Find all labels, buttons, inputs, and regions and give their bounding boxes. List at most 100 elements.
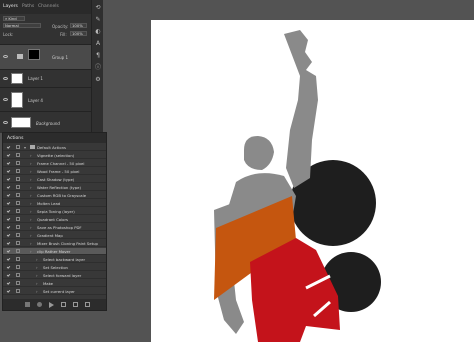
action-row[interactable]: › Select backward layer <box>3 256 106 263</box>
action-row[interactable]: › Molten Lead <box>3 200 106 207</box>
action-row[interactable]: › Mixer Brush Cloning Paint Setup <box>3 240 106 247</box>
checkmark-icon[interactable] <box>6 281 11 285</box>
dialog-toggle-icon[interactable] <box>16 289 20 293</box>
paragraph-icon[interactable]: ¶ <box>94 52 102 60</box>
disclosure-arrow-icon[interactable]: › <box>30 249 32 254</box>
checkmark-icon[interactable] <box>6 233 11 237</box>
info-icon[interactable]: ⓘ <box>94 64 102 72</box>
dialog-toggle-icon[interactable] <box>16 265 20 269</box>
checkmark-icon[interactable] <box>6 249 11 253</box>
dialog-toggle-icon[interactable] <box>16 281 20 285</box>
eye-icon[interactable] <box>3 121 8 124</box>
dialog-toggle-icon[interactable] <box>16 209 20 213</box>
checkmark-icon[interactable] <box>6 265 11 269</box>
dialog-toggle-icon[interactable] <box>16 249 20 253</box>
layer-name[interactable]: Background <box>36 121 60 126</box>
action-row[interactable]: › Cast Shadow (type) <box>3 176 106 183</box>
layer-name[interactable]: Layer 4 <box>28 98 43 103</box>
disclosure-arrow-icon[interactable]: › <box>36 289 38 294</box>
new-set-icon[interactable] <box>61 302 66 307</box>
fill-input[interactable]: 100% <box>70 31 87 36</box>
action-row[interactable]: › Quadrant Colors <box>3 216 106 223</box>
dialog-toggle-icon[interactable] <box>16 201 20 205</box>
disclosure-arrow-icon[interactable]: › <box>30 209 32 214</box>
checkmark-icon[interactable] <box>6 241 11 245</box>
layer-row-group-1[interactable]: Group 1 <box>0 44 92 69</box>
checkmark-icon[interactable] <box>6 209 11 213</box>
checkmark-icon[interactable] <box>6 217 11 221</box>
dialog-toggle-icon[interactable] <box>16 273 20 277</box>
checkmark-icon[interactable] <box>6 177 11 181</box>
action-row[interactable]: › Wood Frame - 50 pixel <box>3 168 106 175</box>
dialog-toggle-icon[interactable] <box>16 193 20 197</box>
checkmark-icon[interactable] <box>6 161 11 165</box>
disclosure-arrow-icon[interactable]: › <box>30 201 32 206</box>
action-row[interactable]: › Make <box>3 280 106 287</box>
eye-icon[interactable] <box>3 98 8 101</box>
layer-row-background[interactable]: Background <box>0 111 92 133</box>
disclosure-arrow-icon[interactable]: › <box>30 241 32 246</box>
disclosure-arrow-icon[interactable]: › <box>36 273 38 278</box>
document-canvas[interactable] <box>151 20 474 342</box>
disclosure-arrow-icon[interactable]: › <box>30 169 32 174</box>
disclosure-arrow-icon[interactable]: › <box>30 193 32 198</box>
action-row[interactable]: › Vignette (selection) <box>3 152 106 159</box>
checkmark-icon[interactable] <box>6 225 11 229</box>
checkmark-icon[interactable] <box>6 201 11 205</box>
action-row[interactable]: › clip Rather Mover <box>3 248 106 255</box>
dialog-toggle-icon[interactable] <box>16 161 20 165</box>
dialog-toggle-icon[interactable] <box>16 185 20 189</box>
tab-channels[interactable]: Channels <box>38 4 59 9</box>
dialog-toggle-icon[interactable] <box>16 169 20 173</box>
dialog-toggle-icon[interactable] <box>16 177 20 181</box>
action-row[interactable]: › Set current layer <box>3 288 106 295</box>
kind-filter-select[interactable]: ⌕ Kind <box>3 16 25 21</box>
dialog-toggle-icon[interactable] <box>16 257 20 261</box>
action-row[interactable]: › Custom RGB to Grayscale <box>3 192 106 199</box>
dialog-toggle-icon[interactable] <box>16 217 20 221</box>
disclosure-arrow-icon[interactable]: › <box>30 153 32 158</box>
trash-icon[interactable] <box>85 302 90 307</box>
dialog-toggle-icon[interactable] <box>16 153 20 157</box>
action-row[interactable]: ▾ Default Actions <box>3 144 106 151</box>
stop-icon[interactable] <box>25 302 30 307</box>
eye-icon[interactable] <box>3 55 8 58</box>
properties-icon[interactable]: ⚙ <box>94 76 102 84</box>
play-icon[interactable] <box>49 302 54 308</box>
disclosure-arrow-icon[interactable]: › <box>36 257 38 262</box>
eye-icon[interactable] <box>3 77 8 80</box>
layer-name[interactable]: Layer 1 <box>28 76 43 81</box>
checkmark-icon[interactable] <box>6 185 11 189</box>
dialog-toggle-icon[interactable] <box>16 145 20 149</box>
new-action-icon[interactable] <box>73 302 78 307</box>
checkmark-icon[interactable] <box>6 257 11 261</box>
disclosure-arrow-icon[interactable]: › <box>30 177 32 182</box>
text-icon[interactable]: A <box>94 40 102 48</box>
layer-row-layer-4[interactable]: Layer 4 <box>0 87 92 111</box>
disclosure-arrow-icon[interactable]: › <box>30 225 32 230</box>
checkmark-icon[interactable] <box>6 273 11 277</box>
checkmark-icon[interactable] <box>6 153 11 157</box>
disclosure-arrow-icon[interactable]: › <box>30 185 32 190</box>
dialog-toggle-icon[interactable] <box>16 233 20 237</box>
dialog-toggle-icon[interactable] <box>16 241 20 245</box>
action-row[interactable]: › Save as Photoshop PDF <box>3 224 106 231</box>
tab-layers[interactable]: Layers <box>3 4 18 9</box>
action-row[interactable]: › Set Selection <box>3 264 106 271</box>
layer-name[interactable]: Group 1 <box>52 55 68 60</box>
action-row[interactable]: › Select forward layer <box>3 272 106 279</box>
action-row[interactable]: › Water Reflection (type) <box>3 184 106 191</box>
opacity-input[interactable]: 100% <box>70 23 87 28</box>
disclosure-arrow-icon[interactable]: › <box>36 265 38 270</box>
disclosure-arrow-icon[interactable]: › <box>30 233 32 238</box>
layer-row-layer-1[interactable]: Layer 1 <box>0 69 92 87</box>
checkmark-icon[interactable] <box>6 145 11 149</box>
disclosure-arrow-icon[interactable]: › <box>36 281 38 286</box>
checkmark-icon[interactable] <box>6 193 11 197</box>
action-row[interactable]: › Gradient Map <box>3 232 106 239</box>
disclosure-arrow-icon[interactable]: › <box>30 217 32 222</box>
dialog-toggle-icon[interactable] <box>16 225 20 229</box>
disclosure-arrow-icon[interactable]: ▾ <box>24 145 26 150</box>
record-icon[interactable] <box>37 302 42 307</box>
action-row[interactable]: › Frame Channel - 50 pixel <box>3 160 106 167</box>
